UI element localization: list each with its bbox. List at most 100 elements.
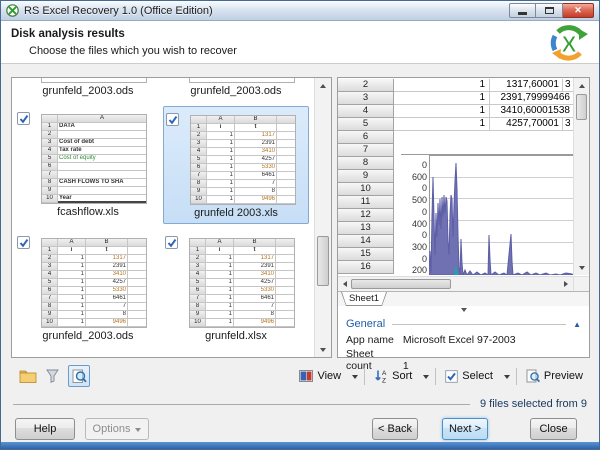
file-card-partial[interactable]: grunfeld_2003.ods xyxy=(15,78,161,104)
maximize-icon xyxy=(545,7,554,14)
chart-y-tick-label: 500 xyxy=(401,195,427,207)
row-header: 11 xyxy=(338,196,394,209)
scrollbar-thumb[interactable] xyxy=(576,94,587,120)
sheet-cell: 3 xyxy=(563,118,573,131)
page-title: Disk analysis results xyxy=(11,28,125,40)
file-name: grunfeld_2003.ods xyxy=(15,85,161,97)
filter-button[interactable] xyxy=(46,369,59,383)
file-name: grunfeld_2003.ods xyxy=(163,85,309,97)
chart-y-labels: 06000500040003000200 xyxy=(401,155,427,275)
minimize-icon xyxy=(518,12,527,15)
file-checkbox[interactable] xyxy=(17,112,30,125)
minimize-button[interactable] xyxy=(509,3,536,18)
next-button[interactable]: Next > xyxy=(442,418,488,440)
row-header: 2 xyxy=(338,79,394,92)
sheet-row: 6 xyxy=(338,131,573,144)
scrollbar-thumb[interactable] xyxy=(351,279,451,289)
chart-y-tick-label: 400 xyxy=(401,219,427,231)
file-thumbnail: AB1it21131731239141341051425761533071646… xyxy=(41,238,147,328)
row-header: 5 xyxy=(338,118,394,131)
sheet-cell: 4257,70001 xyxy=(490,118,563,131)
file-card[interactable]: AB1it21131731239141341051425761533071646… xyxy=(15,230,161,348)
sort-button[interactable]: A Z Sort xyxy=(369,367,417,385)
file-info-panel: General ▲ App name Microsoft Excel 97-20… xyxy=(338,315,589,357)
folder-icon xyxy=(19,369,37,384)
next-button-label: Next > xyxy=(449,423,481,435)
back-button-label: < Back xyxy=(378,423,412,435)
maximize-button[interactable] xyxy=(536,3,563,18)
file-name: grunfeld_2003.ods xyxy=(15,330,161,342)
preview-button-label: Preview xyxy=(544,370,583,382)
file-card-partial[interactable]: grunfeld_2003.ods xyxy=(163,78,309,104)
file-thumbnail-clipped xyxy=(41,78,147,83)
file-checkbox[interactable] xyxy=(17,236,30,249)
status-divider xyxy=(13,404,470,405)
preview-mode-button[interactable] xyxy=(68,365,90,387)
view-button-label: View xyxy=(317,370,341,382)
select-dropdown-arrow[interactable] xyxy=(504,375,510,382)
file-card[interactable]: AB1it21131731239141341051425761533071646… xyxy=(163,230,309,348)
preview-icon xyxy=(526,369,540,383)
file-thumbnail-clipped xyxy=(189,78,295,83)
file-card[interactable]: AB1it21131731239141341051425761533071646… xyxy=(163,106,309,224)
sheet-row: 413410,60001538 xyxy=(338,105,573,118)
back-button[interactable]: < Back xyxy=(372,418,418,440)
tab-sheet1[interactable]: Sheet1 xyxy=(341,292,387,306)
scroll-down-button[interactable] xyxy=(574,260,589,275)
sheet-row: 211317,600013 xyxy=(338,79,573,92)
section-title: General xyxy=(346,318,385,330)
sheet-cell: 3 xyxy=(563,79,573,92)
scroll-down-button[interactable] xyxy=(315,342,331,357)
help-button[interactable]: Help xyxy=(15,418,75,440)
scroll-left-button[interactable] xyxy=(338,277,352,291)
chart-y-tick-label: 600 xyxy=(401,172,427,184)
options-button-label: Options xyxy=(93,423,131,435)
file-grid: grunfeld_2003.odsgrunfeld_2003.odsA1DATA… xyxy=(12,78,314,357)
close-button[interactable]: ✕ xyxy=(563,3,594,18)
view-button[interactable]: View xyxy=(294,368,346,384)
row-header: 8 xyxy=(338,157,394,170)
scroll-up-button[interactable] xyxy=(574,78,589,93)
scroll-right-button[interactable] xyxy=(559,277,573,291)
row-header: 3 xyxy=(338,92,394,105)
sheet-cell: 1 xyxy=(394,105,490,118)
svg-text:Z: Z xyxy=(382,378,386,384)
options-button[interactable]: Options xyxy=(85,418,149,440)
collapse-section-button[interactable]: ▲ xyxy=(573,320,581,329)
row-header: 16 xyxy=(338,261,394,274)
toolbar-separator xyxy=(516,368,517,385)
select-button[interactable]: Select xyxy=(440,368,498,385)
select-button-label: Select xyxy=(462,370,493,382)
field-value: Microsoft Excel 97-2003 xyxy=(403,334,516,346)
window-title: RS Excel Recovery 1.0 (Office Edition) xyxy=(24,5,213,17)
preview-button[interactable]: Preview xyxy=(521,367,588,385)
file-card[interactable]: A1DATA23Cost of debt4Tax rate5Cost of eq… xyxy=(15,106,161,224)
app-icon xyxy=(6,4,19,17)
file-name: grunfeld.xlsx xyxy=(163,330,309,342)
status-row: 9 files selected from 9 xyxy=(13,398,587,410)
file-checkbox[interactable] xyxy=(166,113,179,126)
toolbar-separator xyxy=(435,368,436,385)
row-header: 7 xyxy=(338,144,394,157)
open-folder-button[interactable] xyxy=(19,369,37,384)
field-label: App name xyxy=(346,334,400,346)
sort-dropdown-arrow[interactable] xyxy=(423,375,429,382)
scroll-up-button[interactable] xyxy=(315,78,331,93)
row-header: 6 xyxy=(338,131,394,144)
sort-button-label: Sort xyxy=(392,370,412,382)
chart-y-tick-label: 0 xyxy=(401,160,427,172)
close-wizard-button[interactable]: Close xyxy=(530,418,577,440)
toolbar-separator xyxy=(364,368,365,385)
page-subtitle: Choose the files which you wish to recov… xyxy=(29,45,237,57)
title-bar[interactable]: RS Excel Recovery 1.0 (Office Edition) ✕ xyxy=(1,1,599,21)
row-header: 9 xyxy=(338,170,394,183)
close-icon: ✕ xyxy=(574,5,582,16)
file-checkbox[interactable] xyxy=(165,236,178,249)
info-splitter-handle[interactable] xyxy=(338,307,589,315)
chart-y-tick-label: 200 xyxy=(401,265,427,275)
view-dropdown-arrow[interactable] xyxy=(352,375,358,382)
chart-area-series xyxy=(429,163,573,275)
scrollbar-thumb[interactable] xyxy=(317,236,329,286)
sheet-cell: 1317,60001 xyxy=(490,79,563,92)
sort-icon: A Z xyxy=(374,369,388,383)
